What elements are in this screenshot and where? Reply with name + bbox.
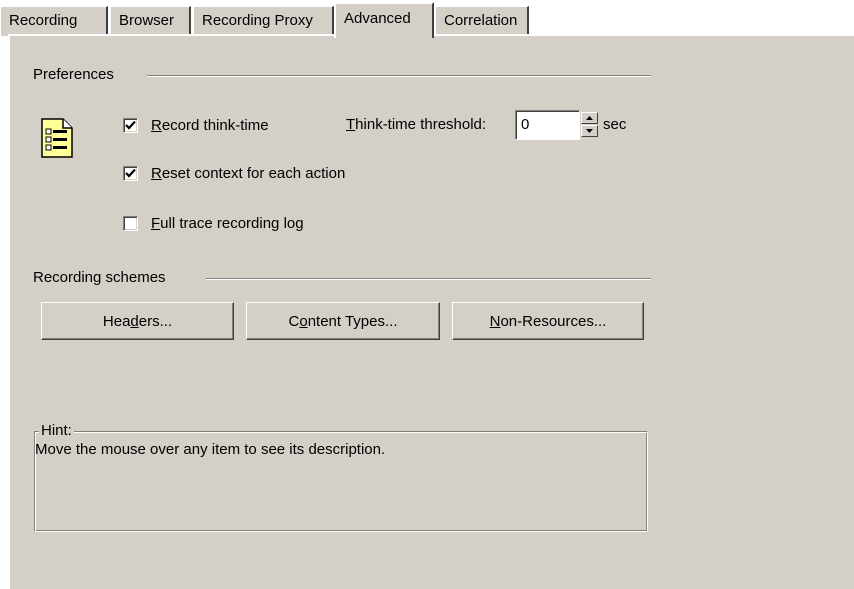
threshold-unit-label: sec — [603, 116, 627, 133]
preferences-divider — [147, 75, 651, 77]
tab-browser[interactable]: Browser — [110, 6, 191, 36]
tab-advanced[interactable]: Advanced — [334, 2, 434, 38]
think-time-threshold-label: Think-time threshold: — [346, 116, 487, 133]
hint-text: Move the mouse over any item to see its … — [35, 441, 386, 458]
tab-strip: Recording Browser Recording Proxy Advanc… — [0, 0, 854, 38]
reset-context-checkbox[interactable] — [123, 166, 138, 181]
non-resources-button[interactable]: Non-Resources... — [452, 302, 644, 340]
record-think-time-label[interactable]: Record think-time — [151, 117, 269, 135]
recording-schemes-heading: Recording schemes — [33, 269, 166, 286]
tab-recording-proxy[interactable]: Recording Proxy — [193, 6, 334, 36]
headers-button[interactable]: Hea d ers... — [41, 302, 234, 340]
advanced-panel: Preferences Record think-time Think-time… — [8, 34, 854, 589]
document-list-icon — [41, 118, 73, 158]
full-trace-label[interactable]: Full trace recording log — [151, 215, 304, 233]
record-think-time-checkbox[interactable] — [123, 118, 138, 133]
tab-recording[interactable]: Recording — [0, 6, 108, 36]
spin-down-button[interactable] — [581, 125, 598, 137]
content-types-button[interactable]: Co ntent Types... — [246, 302, 440, 340]
reset-context-label[interactable]: Reset context for each action — [151, 165, 345, 183]
full-trace-checkbox[interactable] — [123, 216, 138, 231]
tab-correlation[interactable]: Correlation — [435, 6, 529, 36]
hint-title: Hint: — [39, 422, 74, 440]
preferences-heading: Preferences — [33, 66, 114, 83]
think-time-threshold-input[interactable]: 0 — [515, 110, 580, 140]
recording-schemes-divider — [206, 278, 651, 280]
spin-up-button[interactable] — [581, 112, 598, 124]
